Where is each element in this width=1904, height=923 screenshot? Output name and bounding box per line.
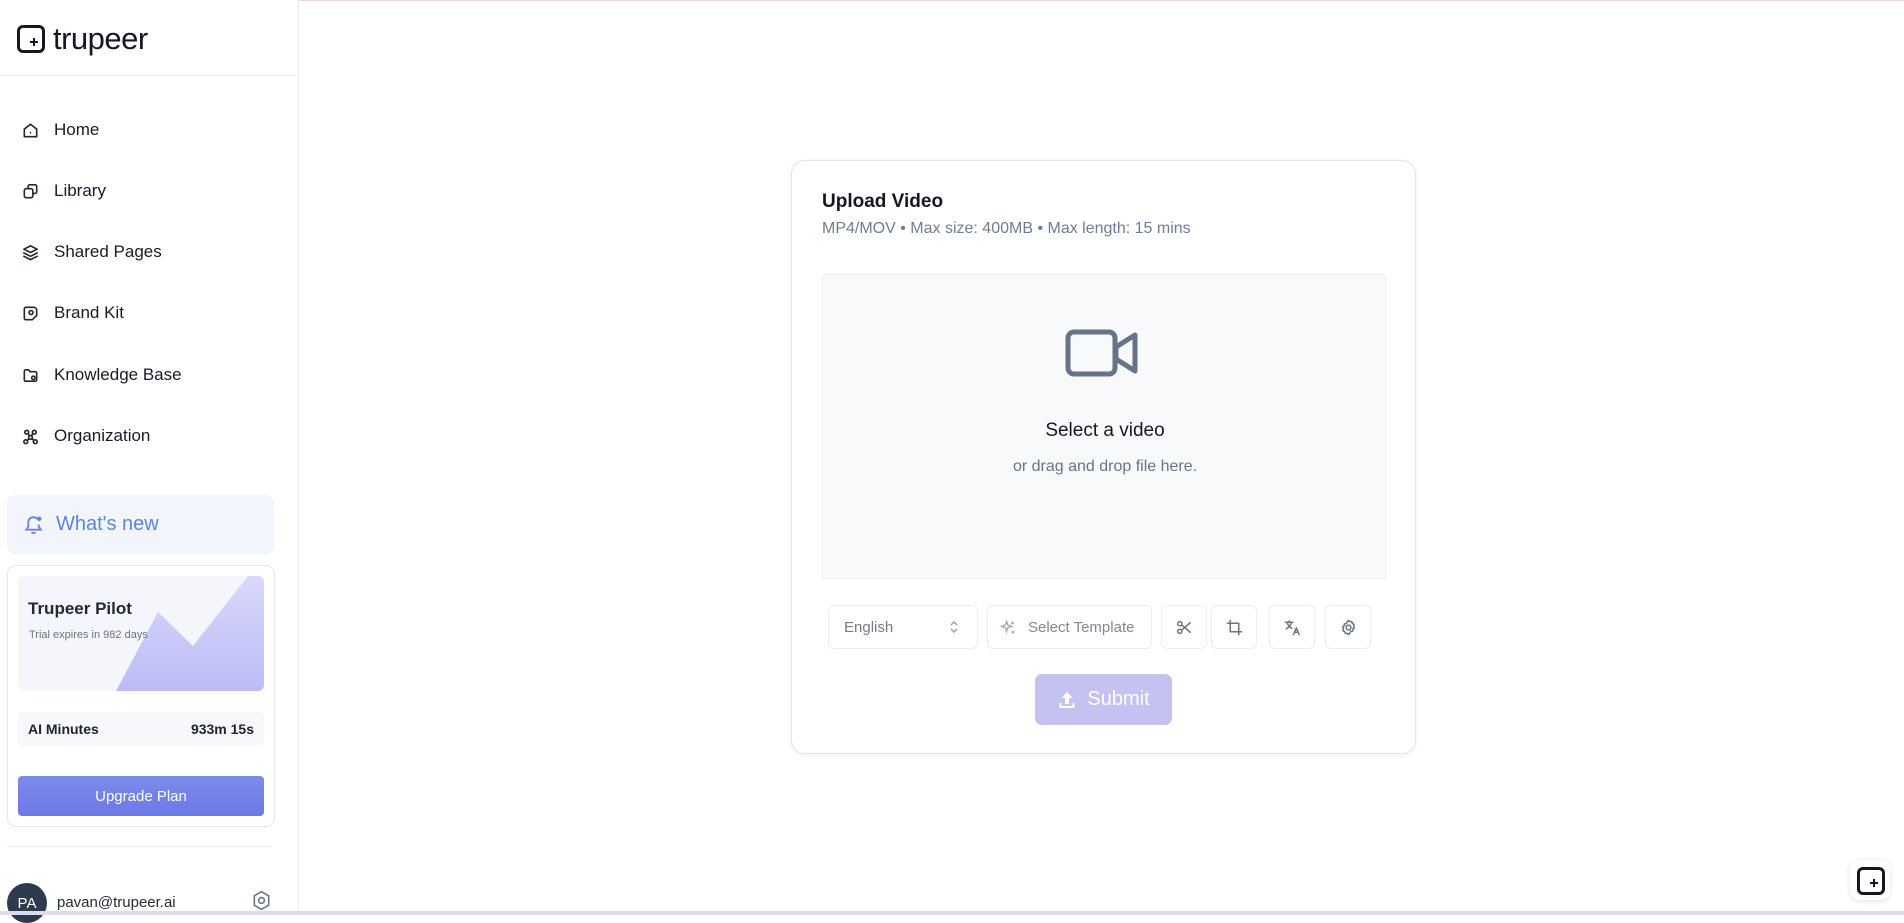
layers-icon bbox=[20, 242, 40, 262]
settings-button[interactable] bbox=[1325, 605, 1371, 649]
sidebar-item-label: Organization bbox=[54, 426, 151, 445]
sidebar-item-shared-pages[interactable]: Shared Pages bbox=[20, 234, 280, 270]
sidebar-item-label: Brand Kit bbox=[54, 303, 124, 322]
submit-button[interactable]: Submit bbox=[1035, 674, 1172, 725]
select-video-title: Select a video bbox=[1045, 420, 1165, 441]
language-select-value: English bbox=[844, 618, 894, 636]
select-template-button[interactable]: Select Template bbox=[987, 605, 1152, 649]
whats-new-label: What's new bbox=[56, 513, 159, 535]
brand-logo[interactable]: trupeer bbox=[17, 21, 148, 56]
upload-video-card: Upload Video MP4/MOV • Max size: 400MB •… bbox=[791, 160, 1416, 754]
bottom-scroll-line bbox=[0, 911, 1904, 915]
trim-scissors-button[interactable] bbox=[1161, 605, 1207, 649]
user-email: pavan@trupeer.ai bbox=[57, 894, 176, 911]
sidebar-item-label: Shared Pages bbox=[54, 242, 162, 261]
sidebar-item-knowledge-base[interactable]: Knowledge Base bbox=[20, 357, 280, 393]
settings-gear-icon[interactable] bbox=[247, 886, 275, 914]
chevron-up-down-icon bbox=[949, 619, 959, 635]
sidebar-item-home[interactable]: Home bbox=[20, 112, 280, 148]
trupeer-pilot-panel: Trupeer Pilot Trial expires in 982 days … bbox=[7, 565, 275, 827]
bell-notification-icon bbox=[24, 516, 43, 534]
brand-name: trupeer bbox=[53, 21, 148, 56]
ai-minutes-value: 933m 15s bbox=[190, 721, 254, 737]
trupeer-logo-icon bbox=[1857, 867, 1885, 895]
pilot-plan-card: Trupeer Pilot Trial expires in 982 days bbox=[18, 576, 264, 691]
select-template-label: Select Template bbox=[1028, 618, 1135, 636]
ai-minutes-row: AI Minutes 933m 15s bbox=[18, 712, 264, 746]
trial-expiry-text: Trial expires in 982 days bbox=[29, 629, 148, 641]
crop-button[interactable] bbox=[1211, 605, 1257, 649]
upgrade-plan-button[interactable]: Upgrade Plan bbox=[18, 776, 264, 816]
sparkles-icon bbox=[1000, 618, 1015, 634]
translate-button[interactable] bbox=[1269, 605, 1315, 649]
language-select[interactable]: English bbox=[828, 605, 978, 649]
avatar: PA bbox=[7, 883, 47, 923]
main-content: Upload Video MP4/MOV • Max size: 400MB •… bbox=[300, 0, 1904, 915]
drag-drop-text: or drag and drop file here. bbox=[1012, 458, 1198, 475]
sidebar-bottom-divider bbox=[7, 846, 272, 847]
floating-trupeer-button[interactable] bbox=[1850, 860, 1890, 900]
ai-minutes-label: AI Minutes bbox=[28, 721, 99, 737]
upload-controls: English Select Template bbox=[828, 605, 1380, 649]
sidebar-item-library[interactable]: Library bbox=[20, 173, 280, 209]
upload-icon bbox=[1059, 691, 1075, 708]
trupeer-logo-icon bbox=[17, 25, 45, 53]
app-root: trupeer Home Library Shared Pages Brand … bbox=[0, 0, 1904, 923]
sidebar-item-label: Home bbox=[54, 120, 100, 139]
crop-icon bbox=[1226, 619, 1242, 635]
library-icon bbox=[20, 181, 40, 201]
knowledge-base-icon bbox=[20, 365, 40, 385]
home-icon bbox=[20, 120, 40, 140]
scissors-icon bbox=[1176, 620, 1191, 634]
gear-icon bbox=[1341, 619, 1355, 635]
video-dropzone[interactable]: Select a video or drag and drop file her… bbox=[822, 274, 1386, 579]
brand-divider bbox=[0, 75, 295, 76]
pilot-title: Trupeer Pilot bbox=[28, 599, 132, 618]
sidebar-item-brand-kit[interactable]: Brand Kit bbox=[20, 295, 280, 331]
sidebar-item-label: Knowledge Base bbox=[54, 365, 182, 384]
submit-label: Submit bbox=[1087, 688, 1150, 710]
sidebar: trupeer Home Library Shared Pages Brand … bbox=[0, 0, 299, 923]
translate-icon bbox=[1284, 619, 1300, 635]
sidebar-item-label: Library bbox=[54, 181, 106, 200]
brand-kit-icon bbox=[20, 303, 40, 323]
organization-icon bbox=[20, 426, 40, 446]
video-camera-icon bbox=[1065, 327, 1139, 379]
upload-constraints: MP4/MOV • Max size: 400MB • Max length: … bbox=[822, 220, 1191, 237]
sidebar-item-organization[interactable]: Organization bbox=[20, 418, 280, 454]
whats-new-button[interactable]: What's new bbox=[7, 495, 274, 554]
upload-title: Upload Video bbox=[822, 191, 944, 212]
